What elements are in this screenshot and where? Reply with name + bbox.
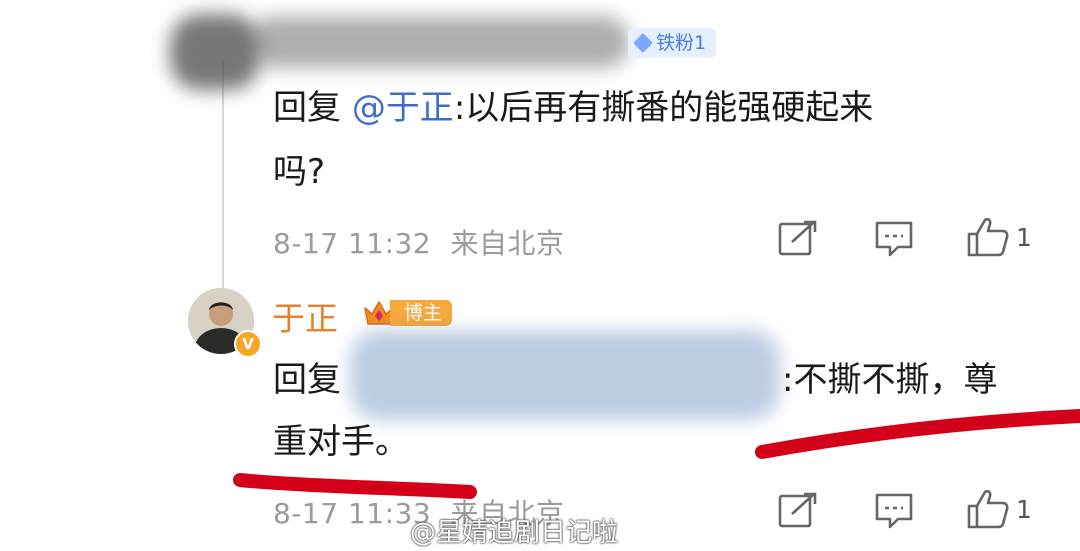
repost-icon — [778, 492, 817, 528]
like-count: 1 — [1016, 494, 1032, 524]
timestamp: 8-17 11:33 — [273, 497, 432, 530]
comment-button[interactable] — [874, 492, 914, 530]
repost-button[interactable] — [778, 492, 818, 528]
watermark: @星婧追剧日记啦 — [410, 518, 619, 548]
like-button[interactable]: 1 — [966, 488, 1032, 530]
like-icon — [967, 489, 1009, 529]
red-underline-left — [233, 473, 477, 499]
comment-icon — [875, 493, 913, 529]
